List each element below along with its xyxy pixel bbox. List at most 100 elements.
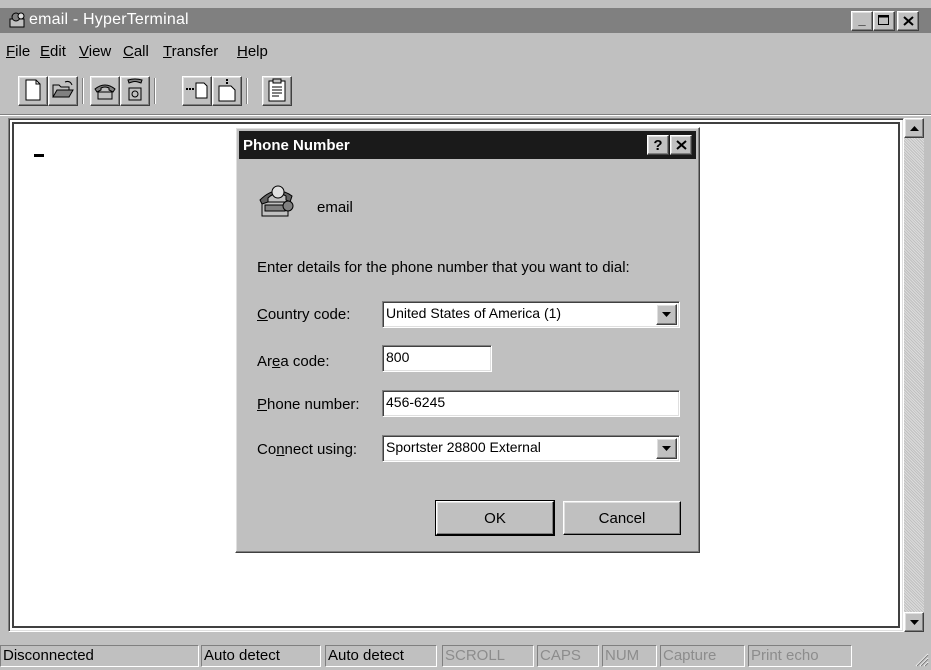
connection-name: email <box>317 199 353 216</box>
connect-using-label-mnemonic: n <box>276 441 285 458</box>
send-icon <box>185 80 209 103</box>
toolbar-separator <box>82 78 84 104</box>
text-cursor <box>34 154 44 157</box>
open-button[interactable] <box>48 76 78 106</box>
phone-number-label-post: hone number: <box>267 396 360 413</box>
receive-button[interactable] <box>212 76 242 106</box>
menu-transfer-mnemonic: T <box>163 43 172 60</box>
new-icon <box>23 79 43 104</box>
country-code-dropdown-button[interactable] <box>656 304 677 325</box>
menu-view-mnemonic: V <box>79 43 89 60</box>
toolbar <box>0 70 931 110</box>
cancel-button-label: Cancel <box>598 509 646 527</box>
maximize-button[interactable] <box>873 11 895 31</box>
toolbar-separator <box>154 78 156 104</box>
help-button[interactable]: ? <box>647 135 669 155</box>
country-code-label-mnemonic: C <box>257 306 268 323</box>
help-icon: ? <box>653 136 663 154</box>
area-code-label-pre: Ar <box>257 353 272 370</box>
status-detect-1: Auto detect <box>201 645 321 667</box>
open-icon <box>51 80 75 103</box>
cancel-button[interactable]: Cancel <box>563 501 681 535</box>
phone-number-input[interactable]: 456-6245 <box>382 390 680 417</box>
arrow-up-icon <box>909 123 919 133</box>
menu-view-rest: iew <box>88 43 112 60</box>
status-num: NUM <box>602 645 657 667</box>
dialog-title: Phone Number <box>243 137 350 154</box>
vertical-scrollbar[interactable] <box>904 118 924 632</box>
connection-phone-icon <box>256 182 300 220</box>
arrow-down-icon <box>909 617 919 627</box>
menu-call-mnemonic: C <box>123 43 134 60</box>
menu-help[interactable]: Help <box>237 43 268 60</box>
properties-icon <box>267 78 287 105</box>
area-code-label-post: a code: <box>280 353 330 370</box>
status-capture: Capture <box>660 645 745 667</box>
connect-using-select[interactable]: Sportster 28800 External <box>382 435 680 462</box>
send-button[interactable] <box>182 76 212 106</box>
status-print-echo: Print echo <box>748 645 852 667</box>
country-code-label: Country code: <box>257 306 350 323</box>
minimize-icon: _ <box>858 11 866 27</box>
status-caps: CAPS <box>537 645 599 667</box>
menu-transfer-rest: ransfer <box>171 43 219 60</box>
disconnect-icon <box>124 78 146 105</box>
new-connection-button[interactable] <box>18 76 48 106</box>
ok-button-label: OK <box>484 509 506 527</box>
chevron-down-icon <box>662 437 671 460</box>
menu-call-rest: all <box>133 43 149 60</box>
country-code-value: United States of America (1) <box>386 305 562 321</box>
country-code-label-post: ountry code: <box>267 306 351 323</box>
country-code-select[interactable]: United States of America (1) <box>382 301 680 328</box>
menu-edit[interactable]: Edit <box>40 43 66 60</box>
menu-transfer[interactable]: Transfer <box>163 43 218 60</box>
area-code-value: 800 <box>386 349 410 365</box>
phone-number-dialog[interactable]: Phone Number ? email Enter details for t… <box>235 127 700 553</box>
toolbar-divider <box>0 114 931 116</box>
disconnect-button[interactable] <box>120 76 150 106</box>
hyperterminal-app-icon[interactable] <box>8 11 28 29</box>
window-titlebar[interactable]: email - HyperTerminal _ <box>0 8 931 33</box>
phone-number-label-mnemonic: P <box>257 396 268 413</box>
menu-call[interactable]: Call <box>123 43 149 60</box>
dialog-titlebar[interactable]: Phone Number ? <box>239 131 696 159</box>
phone-number-value: 456-6245 <box>386 394 446 410</box>
phone-number-label: Phone number: <box>257 396 360 413</box>
toolbar-separator <box>246 78 248 104</box>
ok-button[interactable]: OK <box>435 500 555 536</box>
menu-view[interactable]: View <box>79 43 111 60</box>
resize-grip-icon[interactable] <box>913 651 929 667</box>
area-code-input[interactable]: 800 <box>382 345 492 372</box>
receive-icon <box>216 78 238 105</box>
status-scroll: SCROLL <box>442 645 534 667</box>
close-icon <box>675 137 687 154</box>
menu-edit-mnemonic: E <box>40 43 51 60</box>
scroll-up-button[interactable] <box>904 118 924 138</box>
status-connection: Disconnected <box>0 645 199 667</box>
connect-using-value: Sportster 28800 External <box>386 439 541 455</box>
connect-using-label-pre: Co <box>257 441 277 458</box>
area-code-label: Area code: <box>257 353 330 370</box>
menu-help-mnemonic: H <box>237 43 248 60</box>
connect-using-dropdown-button[interactable] <box>656 438 677 459</box>
maximize-icon <box>878 14 890 29</box>
status-bar: Disconnected Auto detect Auto detect SCR… <box>0 643 931 669</box>
properties-button[interactable] <box>262 76 292 106</box>
menu-file-mnemonic: F <box>6 43 16 60</box>
menu-edit-rest: dit <box>50 43 66 60</box>
menu-file[interactable]: File <box>6 43 30 60</box>
status-detect-2: Auto detect <box>325 645 437 667</box>
dialog-close-button[interactable] <box>670 135 692 155</box>
connect-using-label: Connect using: <box>257 441 357 458</box>
connect-button[interactable] <box>90 76 120 106</box>
connect-using-label-post: nect using: <box>284 441 358 458</box>
menu-help-rest: elp <box>247 43 268 60</box>
scroll-down-button[interactable] <box>904 612 924 632</box>
chevron-down-icon <box>662 303 671 326</box>
dialog-instructions: Enter details for the phone number that … <box>257 259 630 276</box>
minimize-button[interactable]: _ <box>851 11 873 31</box>
close-button[interactable] <box>897 11 919 31</box>
close-icon <box>902 14 914 29</box>
connect-icon <box>93 79 117 104</box>
window-title: email - HyperTerminal <box>29 11 189 28</box>
